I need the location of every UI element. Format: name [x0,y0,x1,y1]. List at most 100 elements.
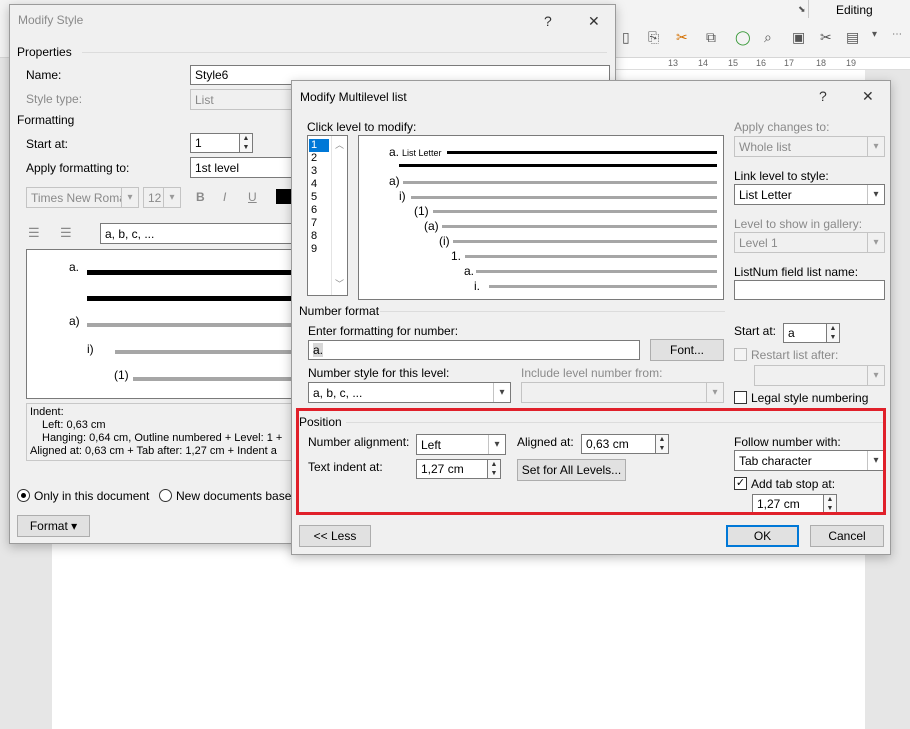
font-size-dropdown[interactable]: 12 ▾ [143,187,181,208]
start-at-spinner[interactable]: ▲ ▼ [239,133,253,153]
ruler-number: 16 [756,58,767,68]
font-dropdown[interactable]: Times New Roman ▾ [26,187,139,208]
format-menu-button[interactable]: Format ▾ [17,515,90,537]
more-icon[interactable]: ⋯ [892,29,902,40]
format-painter-icon[interactable]: ✂ [676,29,688,46]
attach-icon[interactable]: ⎘ [648,29,659,46]
preview-text-line [133,377,295,381]
level-item[interactable]: 1 [309,139,329,152]
legal-style-checkbox[interactable] [734,391,747,404]
name-label: Name: [26,68,62,82]
listnum-label: ListNum field list name: [734,265,859,279]
less-button[interactable]: << Less [299,525,371,547]
divider [82,52,607,53]
italic-button[interactable]: I [223,190,226,204]
description-line: Hanging: 0,64 cm, Outline numbered + Lev… [42,432,283,444]
preview-label: a) [389,174,400,188]
underline-button[interactable]: U [248,190,257,204]
number-format-value: a. [313,343,324,357]
close-icon[interactable]: ✕ [588,13,600,30]
help-button[interactable]: ? [819,88,827,104]
numbering-style-dropdown[interactable]: a, b, c, ... [100,223,295,244]
chevron-up-icon[interactable]: ︿ [332,138,347,151]
apply-changes-label: Apply changes to: [734,120,830,134]
start-at-label: Start at: [734,324,777,338]
find-icon[interactable]: ⌕ [764,29,772,46]
style-preview-box: a. a) i) (1) [26,249,296,399]
font-value: Times New Roman [31,191,133,205]
font-button[interactable]: Font... [650,339,724,361]
editing-group-label[interactable]: Editing [836,3,873,17]
description-line: Aligned at: 0,63 cm + Tab after: 1,27 cm… [30,445,277,457]
help-button[interactable]: ? [544,13,552,29]
only-this-document-radio[interactable] [17,489,30,502]
preview-text-line [403,181,717,184]
level-list-scrollbar[interactable]: ︿ ﹀ [331,136,347,295]
preview-text-line [453,240,717,243]
chevron-down-icon: ▾ [163,188,180,207]
horizontal-ruler[interactable]: 13 14 15 16 17 18 19 [610,58,910,70]
close-icon[interactable]: ✕ [862,88,874,105]
level-item[interactable]: 6 [309,204,329,217]
level-item[interactable]: 2 [309,152,329,165]
modify-multilevel-list-dialog: Modify Multilevel list ? ✕ Click level t… [291,80,891,555]
select-icon[interactable]: ▣ [792,29,805,46]
preview-label: i) [399,189,406,203]
gallery-level-value: Level 1 [739,236,778,250]
apply-changes-value: Whole list [739,140,792,154]
chevron-down-icon[interactable]: ▾ [872,29,877,40]
level-item[interactable]: 9 [309,243,329,256]
bulleted-list-icon[interactable]: ☰ [60,225,72,241]
preview-text-line [489,285,717,288]
restart-list-checkbox[interactable] [734,348,747,361]
chevron-down-icon: ▾ [121,188,138,207]
preview-text-line [411,196,717,199]
shape-icon[interactable]: ◯ [735,29,751,46]
apply-formatting-label: Apply formatting to: [26,161,130,175]
start-at-field[interactable]: a [783,323,827,343]
apply-formatting-value: 1st level [195,161,240,175]
start-at-field[interactable]: 1 [190,133,240,153]
numbered-list-icon[interactable]: ☰ [28,225,40,241]
number-format-field[interactable]: a. [308,340,640,360]
preview-label: (1) [114,368,129,382]
new-documents-label[interactable]: New documents based [176,489,298,503]
preview-text-line [447,151,717,154]
number-style-dropdown[interactable]: a, b, c, ... ▾ [308,382,511,403]
dialog-launcher-icon[interactable]: ⬊ [798,4,806,15]
level-item[interactable]: 4 [309,178,329,191]
copy-icon[interactable]: ⧉ [706,29,716,46]
cut-icon[interactable]: ✂ [820,29,832,46]
bold-button[interactable]: B [196,190,205,204]
style-description: Indent: Left: 0,63 cm Hanging: 0,64 cm, … [26,403,296,461]
level-item[interactable]: 7 [309,217,329,230]
link-level-dropdown[interactable]: List Letter ▾ [734,184,885,205]
link-level-value: List Letter [739,188,792,202]
level-listbox[interactable]: 1 2 3 4 5 6 7 8 9 ︿ ﹀ [307,135,348,296]
legal-style-label[interactable]: Legal style numbering [751,391,868,405]
ruler-number: 14 [698,58,709,68]
ok-button[interactable]: OK [726,525,799,547]
ruler-number: 19 [846,58,857,68]
cancel-button[interactable]: Cancel [810,525,884,547]
preview-text-line [399,164,717,167]
number-style-value: a, b, c, ... [313,386,363,400]
new-documents-radio[interactable] [159,489,172,502]
level-item[interactable]: 3 [309,165,329,178]
listnum-field[interactable] [734,280,885,300]
level-item[interactable]: 5 [309,191,329,204]
number-format-section-title: Number format [299,304,380,318]
chevron-down-icon[interactable]: ﹀ [332,277,347,290]
start-at-spinner[interactable]: ▲ ▼ [826,323,840,343]
dialog-title: Modify Style [18,13,84,27]
list-preview-box: a. List Letter a) i) (1) (a) (i) 1. a. i… [358,135,724,300]
ruler-number: 18 [816,58,827,68]
font-size-value: 12 [148,191,162,205]
properties-section-title: Properties [17,45,72,59]
only-this-document-label[interactable]: Only in this document [34,489,149,503]
preview-label: (i) [439,234,450,248]
text-box-icon[interactable]: ▤ [846,29,859,46]
document-icon[interactable]: ▯ [622,29,630,46]
level-item[interactable]: 8 [309,230,329,243]
preview-label: 1. [451,249,462,263]
